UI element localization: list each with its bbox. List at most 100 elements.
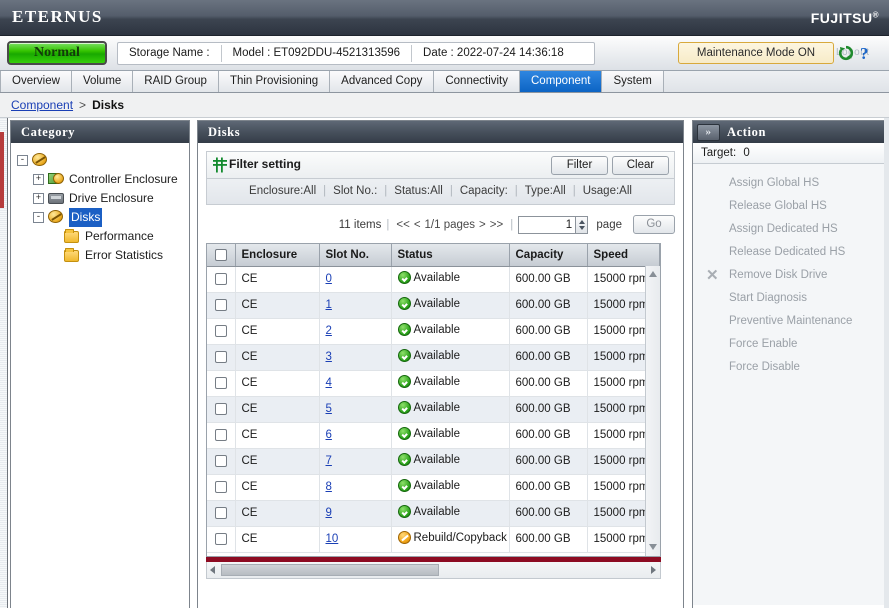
clear-filter-button[interactable]: Clear [612, 156, 669, 175]
table-row[interactable]: CE 2 Available 600.00 GB 15000 rpm [207, 318, 660, 345]
column-header-status[interactable]: Status [391, 244, 510, 267]
filter-button[interactable]: Filter [551, 156, 608, 175]
cell-slot-no[interactable]: 0 [319, 266, 392, 293]
row-select-cell[interactable] [207, 370, 236, 397]
table-row[interactable]: CE 9 Available 600.00 GB 15000 rpm [207, 500, 660, 527]
column-header-capacity[interactable]: Capacity [509, 244, 588, 267]
column-header-slot-no[interactable]: Slot No. [319, 244, 392, 267]
action-item-start-diagnosis[interactable]: Start Diagnosis [693, 287, 884, 310]
row-select-cell[interactable] [207, 500, 236, 527]
slot-link[interactable]: 1 [326, 299, 332, 311]
slot-link[interactable]: 10 [326, 533, 339, 545]
tab-thin-provisioning[interactable]: Thin Provisioning [218, 71, 331, 92]
row-select-cell[interactable] [207, 396, 236, 423]
row-select-cell[interactable] [207, 318, 236, 345]
breadcrumb-parent-link[interactable]: Component [11, 98, 73, 112]
next-page-button[interactable]: > [477, 219, 488, 231]
cell-slot-no[interactable]: 6 [319, 422, 392, 449]
slot-link[interactable]: 5 [326, 403, 332, 415]
first-page-button[interactable]: << [394, 219, 411, 231]
slot-link[interactable]: 7 [326, 455, 332, 467]
cell-slot-no[interactable]: 3 [319, 344, 392, 371]
cell-slot-no[interactable]: 1 [319, 292, 392, 319]
page-vertical-scrollbar[interactable] [0, 118, 8, 608]
category-node-error-statistics[interactable]: Error Statistics [17, 246, 189, 265]
table-row[interactable]: CE 6 Available 600.00 GB 15000 rpm [207, 422, 660, 449]
table-row[interactable]: CE 7 Available 600.00 GB 15000 rpm [207, 448, 660, 475]
row-select-cell[interactable] [207, 344, 236, 371]
cell-slot-no[interactable]: 10 [319, 526, 392, 553]
scroll-down-arrow-icon[interactable] [649, 544, 657, 550]
page-number-input[interactable]: 1 [518, 215, 577, 234]
action-item-force-disable[interactable]: Force Disable [693, 356, 884, 379]
action-item-assign-dedicated-hs[interactable]: Assign Dedicated HS [693, 218, 884, 241]
table-vertical-scrollbar[interactable] [645, 266, 660, 556]
slot-link[interactable]: 4 [326, 377, 332, 389]
table-row[interactable]: CE 4 Available 600.00 GB 15000 rpm [207, 370, 660, 397]
slot-link[interactable]: 6 [326, 429, 332, 441]
row-select-cell[interactable] [207, 526, 236, 553]
tab-advanced-copy[interactable]: Advanced Copy [330, 71, 435, 92]
row-checkbox[interactable] [214, 324, 227, 337]
row-checkbox[interactable] [214, 454, 227, 467]
action-item-release-global-hs[interactable]: Release Global HS [693, 195, 884, 218]
cell-slot-no[interactable]: 5 [319, 396, 392, 423]
table-row[interactable]: CE 3 Available 600.00 GB 15000 rpm [207, 344, 660, 371]
last-page-button[interactable]: >> [488, 219, 505, 231]
category-node-controller-enclosure[interactable]: + Controller Enclosure [17, 170, 189, 189]
scroll-right-arrow-icon[interactable] [651, 566, 656, 574]
cell-slot-no[interactable]: 4 [319, 370, 392, 397]
row-checkbox[interactable] [214, 272, 227, 285]
tab-component[interactable]: Component [520, 71, 603, 92]
tab-volume[interactable]: Volume [71, 71, 134, 92]
cell-slot-no[interactable]: 9 [319, 500, 392, 527]
action-item-assign-global-hs[interactable]: Assign Global HS [693, 172, 884, 195]
tab-system[interactable]: System [602, 71, 664, 92]
action-item-remove-disk-drive[interactable]: ✕ Remove Disk Drive [693, 264, 884, 287]
scroll-up-arrow-icon[interactable] [649, 271, 657, 277]
table-row[interactable]: CE 8 Available 600.00 GB 15000 rpm [207, 474, 660, 501]
expand-toggle-icon[interactable]: + [33, 193, 44, 204]
help-icon[interactable]: ? [860, 44, 869, 64]
page-spinner[interactable] [575, 215, 589, 234]
table-row[interactable]: CE 1 Available 600.00 GB 15000 rpm [207, 292, 660, 319]
row-checkbox[interactable] [214, 402, 227, 415]
row-select-cell[interactable] [207, 292, 236, 319]
category-node-root[interactable]: - [17, 151, 189, 170]
refresh-icon[interactable] [838, 45, 854, 66]
action-item-preventive-maintenance[interactable]: Preventive Maintenance [693, 310, 884, 333]
cell-slot-no[interactable]: 7 [319, 448, 392, 475]
column-header-speed[interactable]: Speed [587, 244, 660, 267]
table-row[interactable]: CE 5 Available 600.00 GB 15000 rpm [207, 396, 660, 423]
row-checkbox[interactable] [214, 506, 227, 519]
category-node-performance[interactable]: Performance [17, 227, 189, 246]
prev-page-button[interactable]: < [412, 219, 423, 231]
row-select-cell[interactable] [207, 474, 236, 501]
select-all-checkbox[interactable] [214, 248, 227, 261]
slot-link[interactable]: 8 [326, 481, 332, 493]
collapse-panel-button[interactable]: » [697, 123, 720, 141]
tab-overview[interactable]: Overview [0, 71, 72, 92]
category-node-disks[interactable]: - Disks [17, 208, 189, 227]
slot-link[interactable]: 9 [326, 507, 332, 519]
tab-raid-group[interactable]: RAID Group [133, 71, 219, 92]
cell-slot-no[interactable]: 8 [319, 474, 392, 501]
tab-connectivity[interactable]: Connectivity [434, 71, 520, 92]
row-checkbox[interactable] [214, 532, 227, 545]
collapse-toggle-icon[interactable]: - [17, 155, 28, 166]
expand-toggle-icon[interactable]: + [33, 174, 44, 185]
row-select-cell[interactable] [207, 422, 236, 449]
row-checkbox[interactable] [214, 480, 227, 493]
row-select-cell[interactable] [207, 448, 236, 475]
row-checkbox[interactable] [214, 428, 227, 441]
go-button[interactable]: Go [633, 215, 675, 235]
page-scrollbar-thumb[interactable] [0, 132, 4, 208]
slot-link[interactable]: 3 [326, 351, 332, 363]
system-status-badge[interactable]: Normal [7, 41, 107, 65]
cell-slot-no[interactable]: 2 [319, 318, 392, 345]
row-select-cell[interactable] [207, 266, 236, 293]
collapse-toggle-icon[interactable]: - [33, 212, 44, 223]
table-horizontal-scrollbar[interactable] [206, 562, 661, 579]
slot-link[interactable]: 2 [326, 325, 332, 337]
action-item-release-dedicated-hs[interactable]: Release Dedicated HS [693, 241, 884, 264]
